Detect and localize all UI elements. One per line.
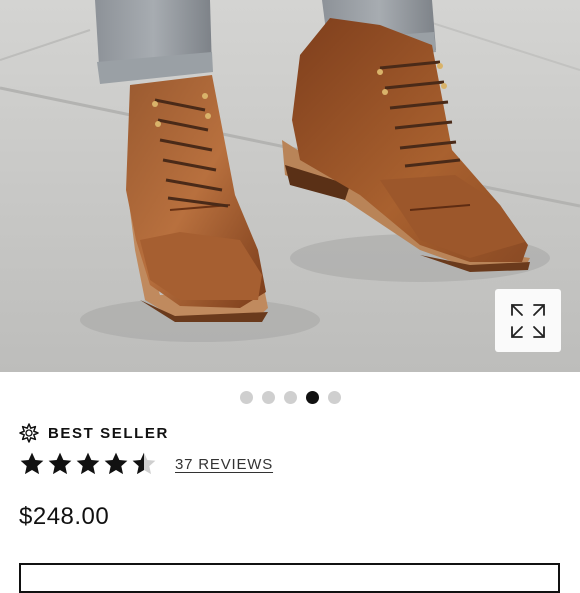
carousel-dot-4[interactable] [305,391,319,404]
expand-arrows-icon [511,303,545,338]
best-seller-label: BEST SELLER [48,424,169,442]
star-full-icon [48,452,72,475]
star-full-icon [20,452,44,475]
star-half-icon [132,452,156,475]
carousel-dot-2[interactable] [261,391,275,404]
carousel-dot-1[interactable] [239,391,253,404]
rating-row: 37 REVIEWS [19,451,273,477]
starburst-outline-icon [19,423,39,443]
carousel-dot-5[interactable] [327,391,341,404]
reviews-link[interactable]: 37 REVIEWS [175,456,273,473]
expand-image-button[interactable] [495,289,561,352]
star-full-icon [76,452,100,475]
star-rating [19,451,157,477]
product-price: $248.00 [19,503,110,530]
boots-photo [0,0,580,372]
best-seller-badge: BEST SELLER [19,423,169,443]
size-select-box[interactable] [19,563,560,593]
product-image[interactable] [0,0,580,372]
star-full-icon [104,452,128,475]
carousel-dot-3[interactable] [283,391,297,404]
image-carousel-dots [0,391,580,404]
